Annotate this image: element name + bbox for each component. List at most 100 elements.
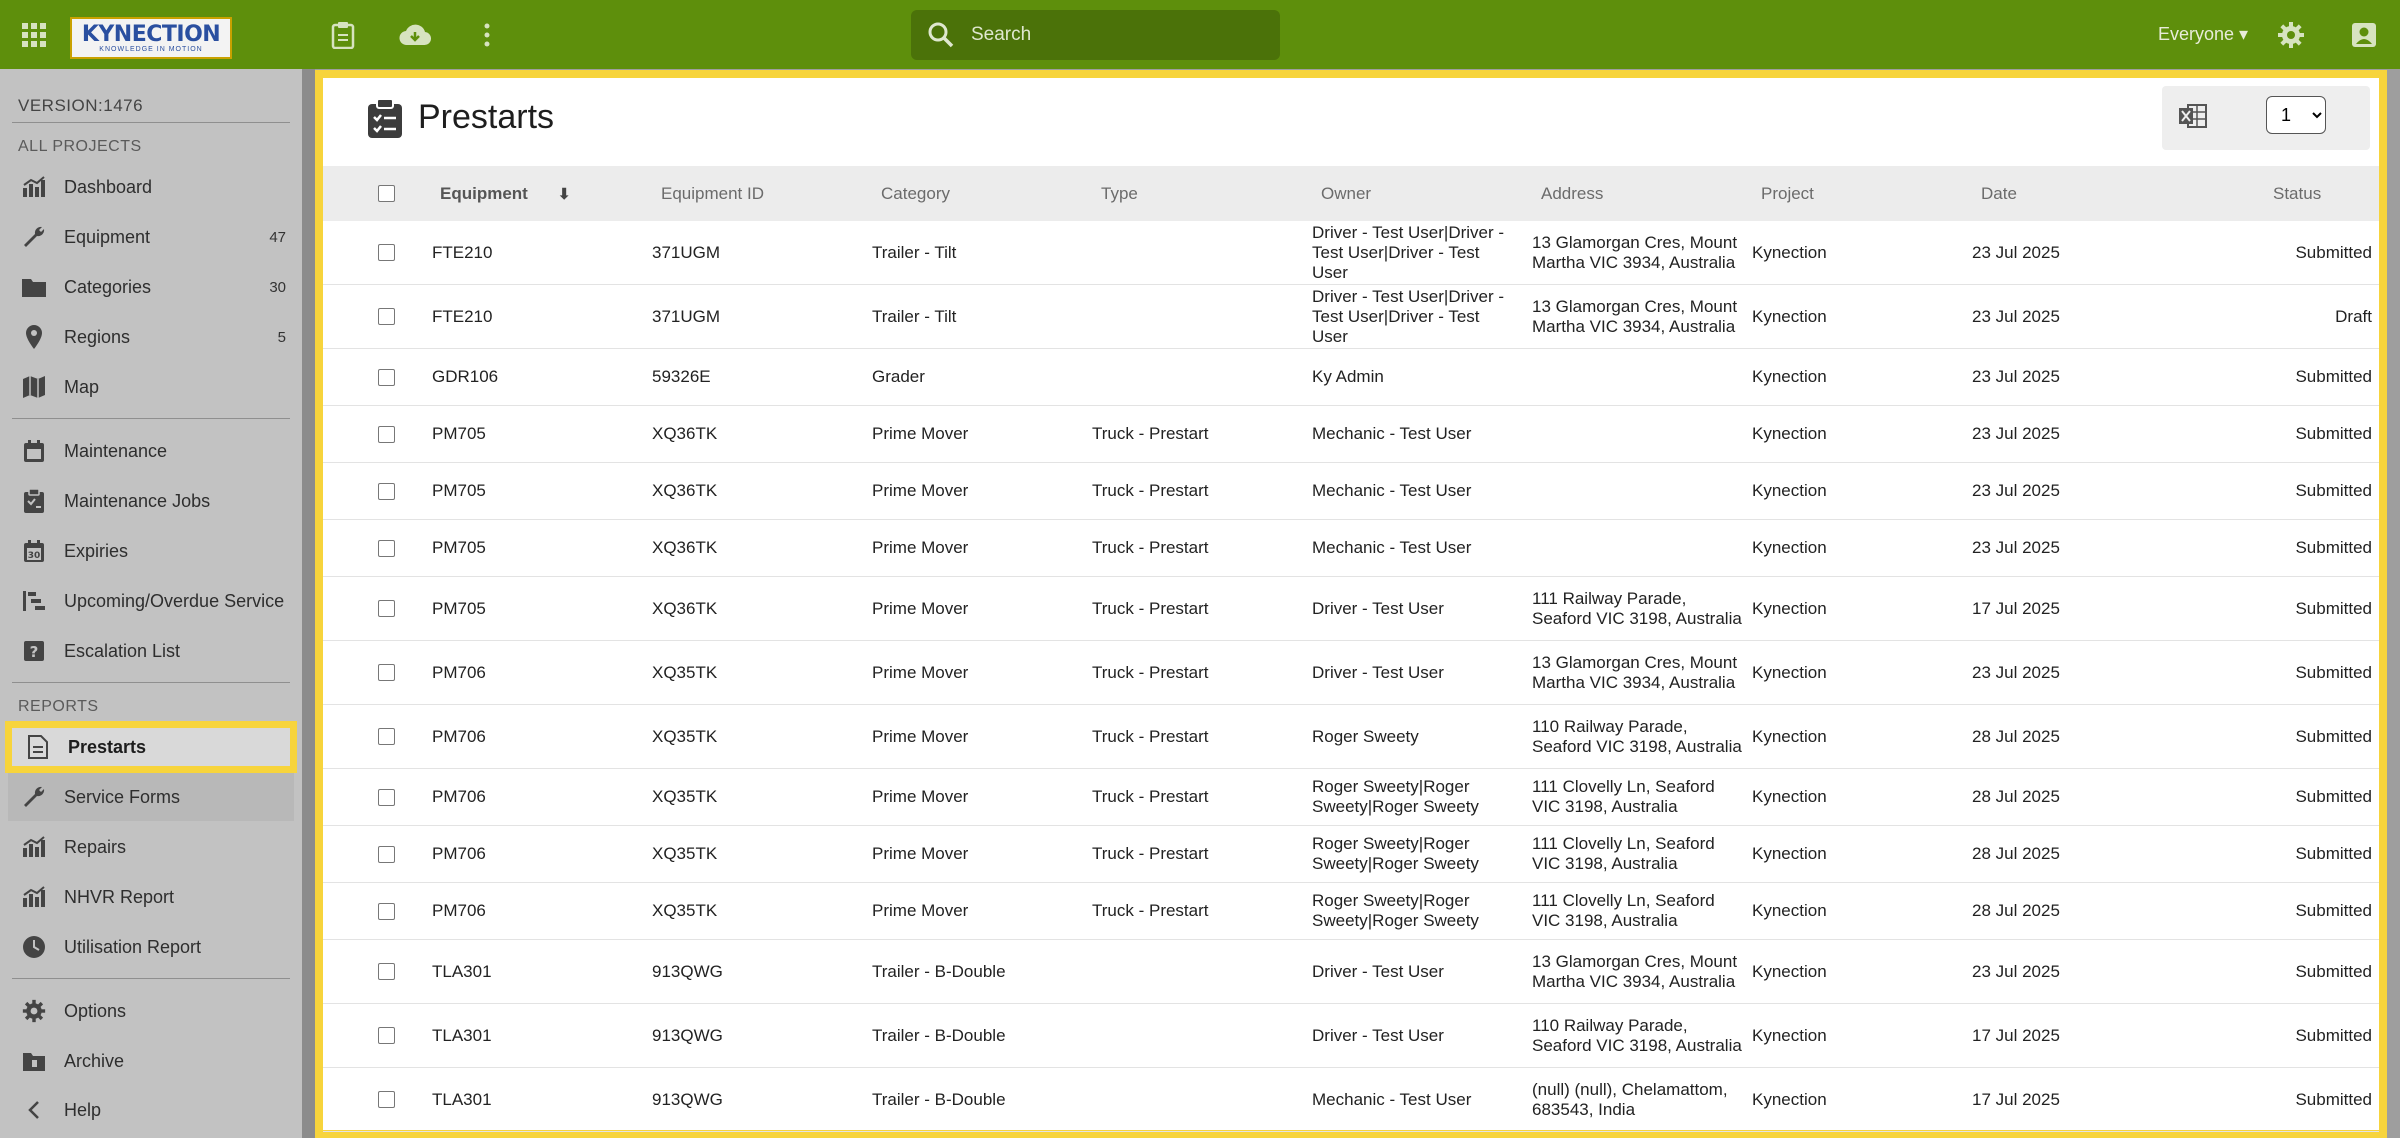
sidebar-item-dashboard[interactable]: Dashboard bbox=[8, 163, 294, 211]
column-header-date[interactable]: Date bbox=[1981, 166, 2017, 221]
gear-icon[interactable] bbox=[2276, 0, 2306, 69]
column-header-equipment-id[interactable]: Equipment ID bbox=[661, 166, 764, 221]
row-checkbox[interactable] bbox=[378, 463, 395, 519]
sidebar-item-prestarts[interactable]: Prestarts bbox=[5, 721, 297, 773]
account-box-icon[interactable] bbox=[2350, 0, 2378, 69]
page-select[interactable]: 1 bbox=[2266, 96, 2326, 134]
row-checkbox[interactable] bbox=[378, 520, 395, 576]
row-checkbox[interactable] bbox=[378, 349, 395, 405]
row-checkbox[interactable] bbox=[378, 577, 395, 640]
table-row[interactable]: TLA301 913QWG Trailer - B-Double Driver - T… bbox=[323, 1004, 2379, 1068]
cell-type: Truck - Prestart bbox=[1092, 901, 1209, 920]
table-row[interactable]: TLA301 913QWG Trailer - B-Double Driver - T… bbox=[323, 940, 2379, 1004]
checkbox-box[interactable] bbox=[378, 185, 395, 202]
sidebar-item-help[interactable]: Help bbox=[8, 1086, 294, 1134]
select-all-checkbox[interactable] bbox=[378, 166, 395, 221]
search-input[interactable] bbox=[971, 24, 1251, 46]
sidebar-item-maintenance-jobs[interactable]: Maintenance Jobs bbox=[8, 477, 294, 525]
user-scope-dropdown[interactable]: Everyone ▾ bbox=[2158, 0, 2248, 69]
sidebar-item-archive[interactable]: Archive bbox=[8, 1037, 294, 1085]
table-row[interactable]: PM706 XQ35TK Prime Mover Truck - Prestart Ro… bbox=[323, 883, 2379, 940]
sidebar-item-maintenance[interactable]: Maintenance bbox=[8, 427, 294, 475]
table-row[interactable]: FTE210 371UGM Trailer - Tilt Driver - Test … bbox=[323, 285, 2379, 349]
checkbox-box[interactable] bbox=[378, 845, 395, 863]
cell-equipment: GDR106 bbox=[432, 367, 499, 386]
column-header-address[interactable]: Address bbox=[1541, 166, 1603, 221]
checkbox-box[interactable] bbox=[378, 1091, 395, 1108]
checkbox-box[interactable] bbox=[378, 308, 395, 325]
sidebar-item-map[interactable]: Map bbox=[8, 363, 294, 411]
column-header-category[interactable]: Category bbox=[881, 166, 950, 221]
chevron-left-icon[interactable] bbox=[12, 1100, 56, 1120]
excel-export-icon[interactable] bbox=[2178, 102, 2208, 135]
sidebar-scrollbar[interactable] bbox=[302, 69, 315, 1138]
cell-category: Prime Mover bbox=[872, 787, 969, 806]
column-header-project[interactable]: Project bbox=[1761, 166, 1814, 221]
cell-equipment-id: XQ35TK bbox=[652, 901, 718, 920]
sidebar-item-nhvr-report[interactable]: NHVR Report bbox=[8, 873, 294, 921]
column-header-equipment[interactable]: Equipment ⬇ bbox=[440, 166, 570, 221]
sidebar-item-regions[interactable]: Regions 5 bbox=[8, 313, 294, 361]
sidebar-item-equipment[interactable]: Equipment 47 bbox=[8, 213, 294, 261]
row-checkbox[interactable] bbox=[378, 285, 395, 348]
row-checkbox[interactable] bbox=[378, 221, 395, 284]
cell-owner: Ky Admin bbox=[1312, 367, 1384, 386]
sidebar-item-expiries[interactable]: 30 Expiries bbox=[8, 527, 294, 575]
checkbox-box[interactable] bbox=[378, 902, 395, 920]
kynection-logo[interactable]: KYNECTION KNOWLEDGE IN MOTION bbox=[70, 17, 232, 59]
checkbox-box[interactable] bbox=[378, 600, 395, 617]
checkbox-box[interactable] bbox=[378, 368, 395, 386]
cell-address: 111 Clovelly Ln, Seaford VIC 3198, Austr… bbox=[1532, 777, 1715, 816]
search-box[interactable] bbox=[911, 10, 1280, 60]
row-checkbox[interactable] bbox=[378, 705, 395, 768]
table-row[interactable]: PM706 XQ35TK Prime Mover Truck - Prestart Ro… bbox=[323, 826, 2379, 883]
divider bbox=[12, 122, 290, 123]
sidebar-item-service-forms[interactable]: Service Forms bbox=[8, 773, 294, 821]
checkbox-box[interactable] bbox=[378, 728, 395, 745]
cloud-download-icon[interactable] bbox=[397, 0, 433, 69]
table-row[interactable]: PM706 XQ35TK Prime Mover Truck - Prestart Ro… bbox=[323, 705, 2379, 769]
table-row[interactable]: PM706 XQ35TK Prime Mover Truck - Prestart Ro… bbox=[323, 769, 2379, 826]
table-row[interactable]: TLA301 913QWG Trailer - B-Double Mechanic -… bbox=[323, 1068, 2379, 1132]
row-checkbox[interactable] bbox=[378, 940, 395, 1003]
column-header-status[interactable]: Status bbox=[2273, 166, 2321, 221]
cell-equipment-id: 371UGM bbox=[652, 306, 721, 326]
sidebar-item-repairs[interactable]: Repairs bbox=[8, 823, 294, 871]
checkbox-box[interactable] bbox=[378, 539, 395, 557]
table-row[interactable]: PM705 XQ36TK Prime Mover Truck - Prestart Dr… bbox=[323, 577, 2379, 641]
sort-down-icon[interactable]: ⬇ bbox=[558, 185, 571, 203]
checkbox-box[interactable] bbox=[378, 425, 395, 443]
checkbox-box[interactable] bbox=[378, 482, 395, 500]
table-row[interactable]: FTE210 371UGM Trailer - Tilt Driver - Test … bbox=[323, 221, 2379, 285]
cell-date: 17 Jul 2025 bbox=[1972, 1089, 2060, 1109]
checkbox-box[interactable] bbox=[378, 664, 395, 681]
column-header-type[interactable]: Type bbox=[1101, 166, 1138, 221]
checkbox-box[interactable] bbox=[378, 788, 395, 806]
sidebar-item-utilisation-report[interactable]: Utilisation Report bbox=[8, 923, 294, 971]
apps-grid-icon[interactable] bbox=[14, 0, 54, 69]
column-header-owner[interactable]: Owner bbox=[1321, 166, 1371, 221]
checkbox-box[interactable] bbox=[378, 1027, 395, 1044]
cell-type bbox=[1092, 940, 1292, 1003]
row-checkbox[interactable] bbox=[378, 826, 395, 882]
table-row[interactable]: PM705 XQ36TK Prime Mover Truck - Prestart Me… bbox=[323, 520, 2379, 577]
row-checkbox[interactable] bbox=[378, 406, 395, 462]
more-vertical-icon[interactable] bbox=[474, 0, 500, 69]
table-row[interactable]: PM705 XQ36TK Prime Mover Truck - Prestart Me… bbox=[323, 463, 2379, 520]
row-checkbox[interactable] bbox=[378, 1068, 395, 1131]
row-checkbox[interactable] bbox=[378, 769, 395, 825]
table-row[interactable]: PM706 XQ35TK Prime Mover Truck - Prestart Dr… bbox=[323, 641, 2379, 705]
row-checkbox[interactable] bbox=[378, 883, 395, 939]
checkbox-box[interactable] bbox=[378, 963, 395, 980]
clipboard-icon[interactable] bbox=[325, 0, 361, 69]
sidebar-item-categories[interactable]: Categories 30 bbox=[8, 263, 294, 311]
sidebar-item-upcoming-overdue-service[interactable]: Upcoming/Overdue Service bbox=[8, 577, 294, 625]
row-checkbox[interactable] bbox=[378, 641, 395, 704]
sidebar-item-options[interactable]: Options bbox=[8, 987, 294, 1035]
table-row[interactable]: PM705 XQ36TK Prime Mover Truck - Prestart Me… bbox=[323, 406, 2379, 463]
sidebar-item-escalation-list[interactable]: ? Escalation List bbox=[8, 627, 294, 675]
checkbox-box[interactable] bbox=[378, 244, 395, 261]
row-checkbox[interactable] bbox=[378, 1004, 395, 1067]
cell-type bbox=[1092, 285, 1292, 348]
table-row[interactable]: GDR106 59326E Grader Ky Admin Kynection 23 Ju… bbox=[323, 349, 2379, 406]
